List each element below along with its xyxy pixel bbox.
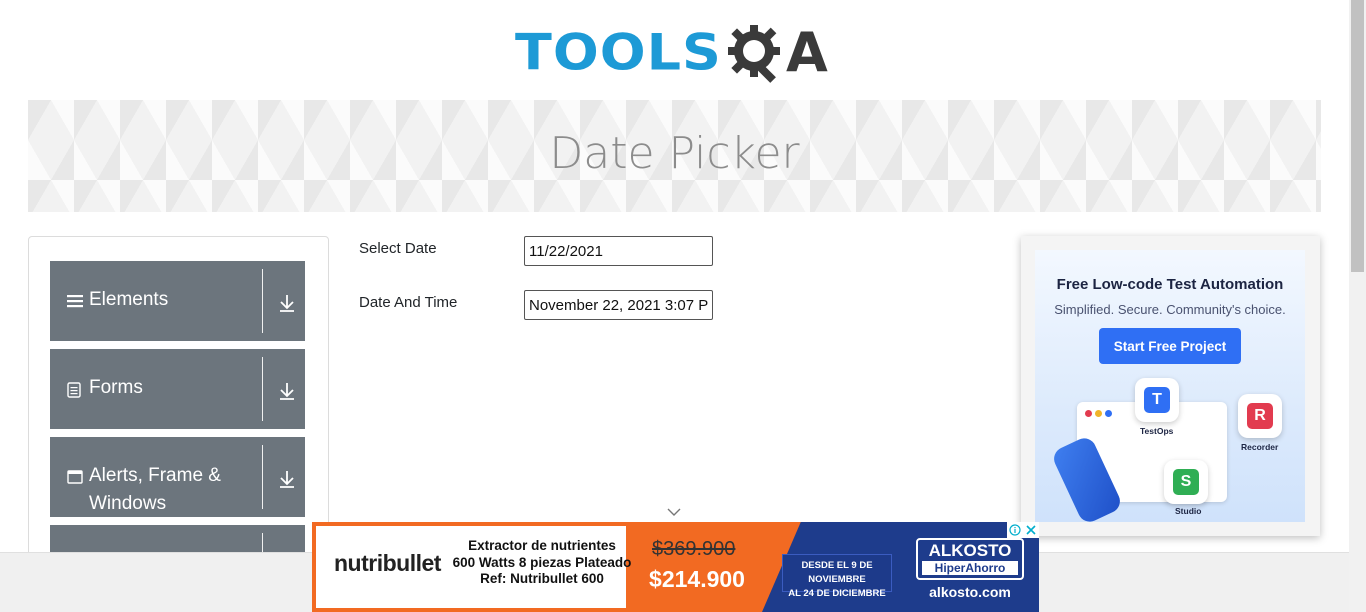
page-banner: Date Picker bbox=[28, 100, 1321, 212]
document-icon bbox=[67, 382, 83, 398]
alkosto-logo: ALKOSTO HiperAhorro bbox=[916, 538, 1024, 580]
studio-app-icon: S bbox=[1164, 460, 1208, 504]
sidebar-group-label-line2: Windows bbox=[89, 493, 167, 514]
hamburger-icon bbox=[67, 293, 83, 309]
ad-brand: nutribullet bbox=[334, 550, 441, 576]
window-dot-icon bbox=[1105, 410, 1112, 417]
sidebar: Elements Forms Alerts, Frame & Windows bbox=[28, 236, 329, 567]
page: TOOLS A Date Picker Elements Forms Alert… bbox=[0, 0, 1366, 612]
chevron-down-icon[interactable] bbox=[666, 507, 682, 517]
scrollbar-thumb[interactable] bbox=[1351, 0, 1364, 272]
sidebar-group-label: Forms bbox=[89, 377, 143, 398]
right-ad-content[interactable]: Free Low-code Test Automation Simplified… bbox=[1035, 250, 1305, 522]
ad-title: Free Low-code Test Automation bbox=[1056, 276, 1284, 293]
logo-text-a: A bbox=[785, 21, 828, 84]
recorder-label: Recorder bbox=[1241, 442, 1279, 452]
page-title: Date Picker bbox=[549, 128, 800, 179]
download-arrow-icon[interactable] bbox=[278, 469, 296, 489]
download-arrow-icon[interactable] bbox=[278, 381, 296, 401]
date-time-input[interactable] bbox=[524, 290, 713, 320]
sidebar-group-forms[interactable]: Forms bbox=[50, 349, 305, 429]
ad-new-price: $214.900 bbox=[632, 564, 762, 594]
start-free-project-button[interactable]: Start Free Project bbox=[1099, 328, 1241, 364]
window-dot-icon bbox=[1095, 410, 1102, 417]
ad-product-description: Extractor de nutrientes 600 Watts 8 piez… bbox=[452, 538, 632, 586]
ad-store-url: alkosto.com bbox=[929, 584, 1011, 600]
divider bbox=[262, 357, 263, 421]
download-arrow-icon[interactable] bbox=[278, 293, 296, 313]
sidebar-group-label: Alerts, Frame & bbox=[89, 465, 221, 486]
ad-promo-dates: DESDE EL 9 DE NOVIEMBRE AL 24 DE DICIEMB… bbox=[782, 554, 892, 599]
right-ad-card[interactable]: Free Low-code Test Automation Simplified… bbox=[1021, 236, 1320, 536]
ad-info-icon[interactable] bbox=[1007, 522, 1023, 538]
studio-label: Studio bbox=[1175, 506, 1202, 516]
window-dot-icon bbox=[1085, 410, 1092, 417]
gear-magnifier-icon bbox=[727, 25, 780, 83]
recorder-app-icon: R bbox=[1238, 394, 1282, 438]
ad-close-icon[interactable] bbox=[1023, 522, 1039, 538]
testops-app-icon: T bbox=[1135, 378, 1179, 422]
select-date-label: Select Date bbox=[359, 240, 437, 257]
select-date-input[interactable] bbox=[524, 236, 713, 266]
sidebar-group-alerts[interactable]: Alerts, Frame & Windows bbox=[50, 437, 305, 517]
sidebar-group-elements[interactable]: Elements bbox=[50, 261, 305, 341]
divider bbox=[262, 269, 263, 333]
logo-text-tools: TOOLS bbox=[515, 23, 722, 82]
toolsqa-logo[interactable]: TOOLS A bbox=[515, 16, 828, 90]
testops-label: TestOps bbox=[1140, 426, 1174, 436]
sidebar-group-label: Elements bbox=[89, 289, 169, 310]
ad-subtitle: Simplified. Secure. Community's choice. bbox=[1054, 302, 1286, 317]
bottom-ad-banner[interactable]: nutribullet Extractor de nutrientes 600 … bbox=[312, 522, 1039, 612]
window-icon bbox=[67, 470, 83, 486]
date-time-label: Date And Time bbox=[359, 294, 458, 311]
divider bbox=[262, 445, 263, 509]
ad-old-price: $369.900 bbox=[652, 538, 736, 560]
